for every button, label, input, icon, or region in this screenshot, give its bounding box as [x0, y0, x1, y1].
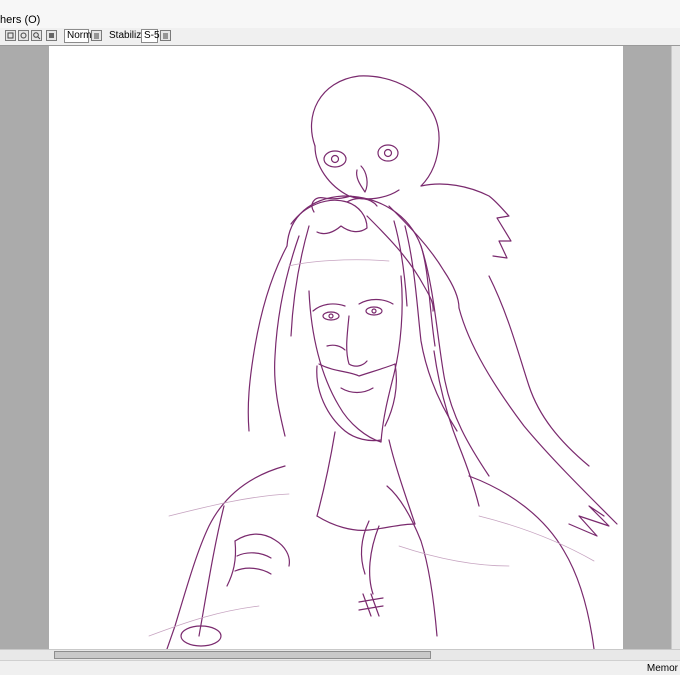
drawing-canvas[interactable] [49, 46, 623, 650]
square-icon [49, 33, 54, 38]
horizontal-scroll-thumb[interactable] [54, 651, 431, 659]
stabilizer-select[interactable]: S-5 [141, 29, 160, 43]
horizontal-scrollbar[interactable] [0, 649, 680, 660]
deselect-button[interactable] [5, 30, 16, 41]
menu-others[interactable]: hers (O) [0, 14, 40, 26]
rotate-icon [20, 32, 27, 39]
rotate-button[interactable] [18, 30, 29, 41]
status-bar: Memor [0, 660, 680, 675]
toolbar: Normal Stabilizer S-5 [0, 28, 680, 46]
workspace [0, 46, 680, 650]
zoom-button[interactable] [31, 30, 42, 41]
blend-mode-select[interactable]: Normal [64, 29, 99, 43]
memory-label: Memor [646, 663, 678, 674]
list-icon [94, 33, 99, 39]
sketch-artwork [148, 75, 618, 650]
blend-mode-dropdown-button[interactable] [91, 30, 102, 41]
right-panel-edge [671, 46, 680, 649]
deselect-icon [7, 32, 14, 39]
fill-button[interactable] [46, 30, 57, 41]
menu-bar: hers (O) [0, 0, 680, 29]
list-icon [163, 33, 168, 39]
zoom-icon [33, 32, 41, 40]
stabilizer-dropdown-button[interactable] [160, 30, 171, 41]
